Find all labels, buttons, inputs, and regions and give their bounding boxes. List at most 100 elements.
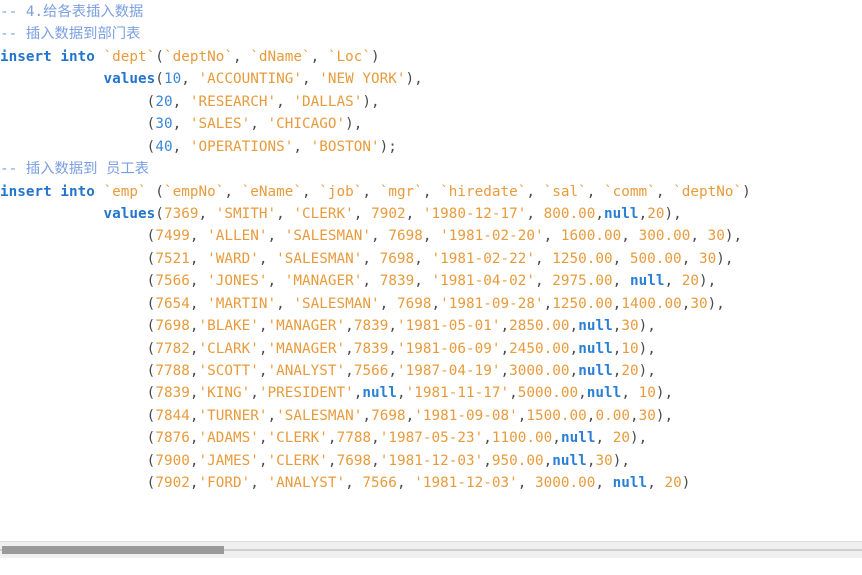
code-line[interactable]: (7499, 'ALLEN', 'SALESMAN', 7698, '1981-…	[0, 225, 862, 247]
code-token: 30	[698, 250, 717, 267]
code-token: 'JAMES'	[198, 452, 259, 469]
code-token: ,	[629, 407, 639, 424]
code-token: 'TURNER'	[198, 407, 268, 424]
code-token: `dept`	[103, 48, 156, 65]
code-token: 1600.00	[560, 228, 622, 245]
code-token: ,	[181, 71, 199, 88]
code-token: 'NEW YORK'	[319, 71, 406, 88]
code-line[interactable]: (7788,'SCOTT','ANALYST',7566,'1987-04-19…	[0, 360, 862, 382]
code-token: 'ADAMS'	[198, 430, 259, 447]
code-token: ,	[198, 205, 216, 222]
code-line[interactable]: values(10, 'ACCOUNTING', 'NEW YORK'),	[0, 68, 862, 90]
code-token: ,	[526, 183, 544, 200]
code-token: 7788	[155, 363, 190, 379]
code-token: 7566	[362, 475, 397, 492]
code-token: 10	[163, 71, 182, 88]
code-token: ,	[371, 452, 380, 469]
code-token: ,	[517, 475, 535, 492]
code-token: null	[560, 430, 596, 447]
code-line[interactable]: values(7369, 'SMITH', 'CLERK', 7902, '19…	[0, 203, 862, 225]
code-token: 7839	[353, 318, 389, 335]
code-token: 'OPERATIONS'	[189, 138, 294, 155]
code-lines-container[interactable]: -- 4.给各表插入数据 -- 插入数据到部门表 insert into `dept…	[0, 0, 862, 495]
code-line[interactable]: (7654, 'MARTIN', 'SALESMAN', 7698,'1981-…	[0, 293, 862, 315]
code-token: ,	[267, 273, 285, 290]
code-line[interactable]: (7900,'JAMES','CLERK',7698,'1981-12-03',…	[0, 450, 862, 472]
code-token: 7839	[155, 385, 190, 402]
code-token: 7782	[155, 340, 190, 357]
code-token: 20	[681, 273, 699, 290]
code-token: '1981-06-09'	[396, 340, 501, 357]
code-line[interactable]: (7566, 'JONES', 'MANAGER', 7839, '1981-0…	[0, 270, 862, 292]
sql-code-editor[interactable]: -- 4.给各表插入数据 -- 插入数据到部门表 insert into `dept…	[0, 0, 862, 558]
code-line[interactable]: -- 插入数据到部门表	[0, 23, 862, 45]
code-token: '1981-02-20'	[440, 228, 544, 245]
code-token: ,	[569, 318, 579, 335]
code-token: ,	[388, 363, 397, 379]
code-token: 'DALLAS'	[293, 93, 363, 110]
code-token: ),	[716, 250, 734, 267]
code-token: 950.00	[491, 452, 544, 469]
code-token: 500.00	[629, 250, 682, 267]
code-token: ,	[258, 452, 268, 469]
code-token: null	[629, 273, 665, 290]
code-token: 2850.00	[509, 318, 570, 335]
code-token: 7654	[155, 295, 190, 312]
code-token: null	[586, 385, 622, 402]
code-token: ,	[327, 452, 337, 469]
code-line[interactable]: insert into `emp` (`empNo`, `eName`, `jo…	[0, 181, 862, 203]
code-token: ,	[595, 205, 605, 222]
code-line[interactable]: (7839,'KING','PRESIDENT',null,'1981-11-1…	[0, 382, 862, 404]
code-token: 'RESEARCH'	[189, 93, 277, 110]
horizontal-scrollbar[interactable]	[0, 541, 862, 558]
code-token: ,	[595, 430, 613, 447]
code-token: 'CLARK'	[198, 340, 259, 357]
code-token: 'JONES'	[207, 273, 268, 290]
code-token: ,	[595, 475, 613, 492]
code-token: 'MANAGER'	[284, 273, 363, 290]
code-token: ,	[345, 475, 363, 492]
code-token: ,	[267, 407, 277, 424]
code-line[interactable]: insert into `dept`(`deptNo`, `dName`, `L…	[0, 46, 862, 68]
code-line[interactable]: (7844,'TURNER','SALESMAN',7698,'1981-09-…	[0, 405, 862, 427]
code-token: 7902	[371, 205, 406, 222]
code-token: ),	[707, 295, 725, 312]
code-line[interactable]: (7876,'ADAMS','CLERK',7788,'1987-05-23',…	[0, 427, 862, 449]
code-token: 20	[612, 430, 630, 447]
code-token: ,	[276, 93, 294, 110]
code-token: ,	[189, 250, 208, 267]
code-line[interactable]: -- 4.给各表插入数据	[0, 1, 862, 23]
code-token: ,	[172, 138, 190, 155]
code-token: ,	[224, 183, 242, 200]
code-token: ,	[379, 295, 397, 312]
code-token: null	[612, 475, 648, 492]
code-token: null	[578, 318, 613, 335]
scrollbar-thumb[interactable]	[2, 546, 224, 554]
code-token: `emp`	[103, 183, 147, 200]
code-token: 'MANAGER'	[267, 340, 346, 357]
code-token: 20	[621, 363, 639, 379]
code-line[interactable]: (40, 'OPERATIONS', 'BOSTON');	[0, 136, 862, 158]
code-line[interactable]: (7902,'FORD', 'ANALYST', 7566, '1981-12-…	[0, 472, 862, 494]
code-token: ,	[362, 183, 380, 200]
code-token: ,	[414, 273, 432, 290]
code-line[interactable]: (7698,'BLAKE','MANAGER',7839,'1981-05-01…	[0, 315, 862, 337]
code-token: 800.00	[543, 205, 596, 222]
code-token: `deptNo`	[673, 183, 743, 200]
code-token: ,	[405, 205, 423, 222]
code-token: 7499	[155, 228, 190, 245]
code-line[interactable]: -- 插入数据到 员工表	[0, 158, 862, 180]
code-token: ,	[189, 295, 208, 312]
code-line[interactable]: (7782,'CLARK','MANAGER',7839,'1981-06-09…	[0, 338, 862, 360]
code-token: `Loc`	[327, 48, 372, 65]
code-line[interactable]: (20, 'RESEARCH', 'DALLAS'),	[0, 91, 862, 113]
code-line[interactable]: (30, 'SALES', 'CHICAGO'),	[0, 113, 862, 135]
code-token: 'KING'	[198, 385, 251, 402]
code-line[interactable]: (7521, 'WARD', 'SALESMAN', 7698, '1981-0…	[0, 248, 862, 270]
